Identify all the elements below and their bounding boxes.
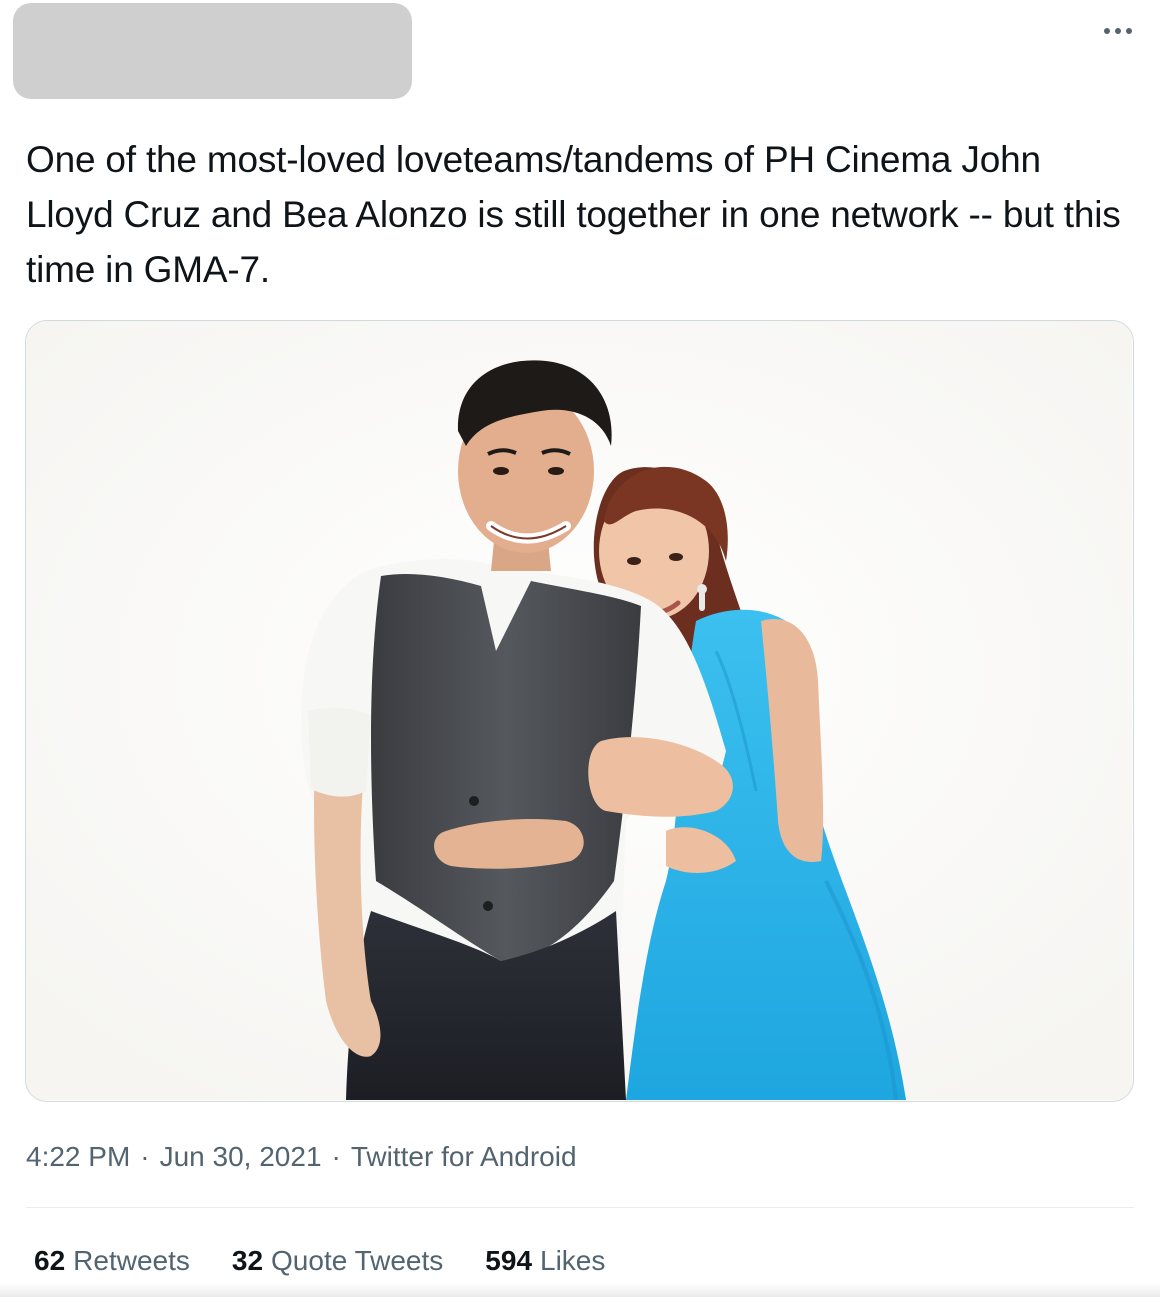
retweets-stat[interactable]: 62 Retweets — [34, 1240, 190, 1282]
quote-tweets-label: Quote Tweets — [271, 1245, 444, 1276]
bottom-edge-shadow — [0, 1283, 1160, 1297]
likes-count: 594 — [485, 1245, 533, 1276]
tweet-meta: 4:22 PM · Jun 30, 2021 · Twitter for Android — [26, 1137, 577, 1177]
likes-label: Likes — [540, 1245, 606, 1276]
stats-divider — [26, 1207, 1134, 1208]
quote-tweets-stat[interactable]: 32 Quote Tweets — [232, 1240, 443, 1282]
meta-separator: · — [331, 1141, 341, 1172]
tweet-source[interactable]: Twitter for Android — [351, 1141, 577, 1172]
tweet-stats: 62 Retweets 32 Quote Tweets 594 Likes — [34, 1240, 647, 1282]
more-options-button[interactable] — [1098, 14, 1138, 48]
tweet-date[interactable]: Jun 30, 2021 — [160, 1141, 322, 1172]
retweets-count: 62 — [34, 1245, 66, 1276]
tweet-time[interactable]: 4:22 PM — [26, 1141, 130, 1172]
meta-separator: · — [140, 1141, 150, 1172]
tweet-text: One of the most-loved loveteams/tandems … — [26, 139, 1121, 290]
tweet-photo[interactable] — [25, 320, 1134, 1102]
retweets-label: Retweets — [73, 1245, 190, 1276]
more-horizontal-icon — [1104, 28, 1132, 34]
redacted-author-block — [13, 3, 412, 99]
couple-photo-illustration — [26, 321, 1132, 1100]
quote-tweets-count: 32 — [231, 1245, 264, 1276]
likes-stat[interactable]: 594 Likes — [485, 1240, 605, 1282]
